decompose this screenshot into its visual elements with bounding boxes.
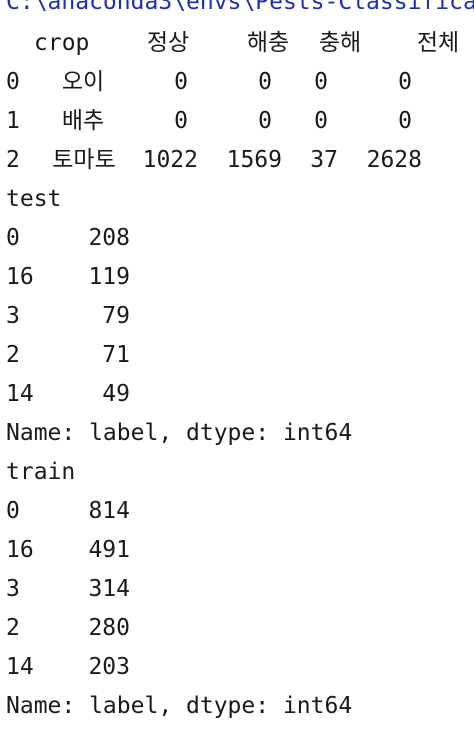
series-value: 208 (88, 225, 130, 251)
df-row-total: 0 (398, 108, 412, 134)
test-title: test (6, 186, 62, 212)
series-index: 2 (6, 615, 20, 641)
df-row-insect: 37 (310, 147, 338, 173)
series-index: 2 (6, 342, 20, 368)
df-row-index: 1 (6, 108, 20, 134)
df-row-insect: 0 (314, 69, 328, 95)
series-value: 119 (88, 264, 130, 290)
train-footer: Name: label, dtype: int64 (6, 693, 353, 719)
df-row-pest: 0 (258, 108, 272, 134)
df-row-crop: 배추 (61, 108, 105, 134)
series-index: 0 (6, 498, 20, 524)
df-row-total: 2628 (366, 147, 422, 173)
df-row-total: 0 (398, 69, 412, 95)
df-row-normal: 1022 (142, 147, 198, 173)
df-row-pest: 0 (258, 69, 272, 95)
series-value: 79 (102, 303, 130, 329)
series-index: 14 (6, 381, 34, 407)
series-index: 14 (6, 654, 34, 680)
df-row-insect: 0 (314, 108, 328, 134)
series-index: 16 (6, 537, 34, 563)
series-value: 280 (88, 615, 130, 641)
df-header-insect: 충해 (318, 30, 362, 56)
df-row-crop: 토마토 (52, 147, 116, 173)
df-row-index: 0 (6, 69, 20, 95)
df-row-normal: 0 (174, 108, 188, 134)
train-title: train (6, 459, 76, 485)
series-value: 814 (88, 498, 130, 524)
series-value: 49 (102, 381, 130, 407)
df-header-normal: 정상 (146, 30, 190, 56)
df-row-pest: 1569 (226, 147, 282, 173)
series-value: 314 (88, 576, 130, 602)
series-value: 71 (102, 342, 130, 368)
df-row-index: 2 (6, 147, 20, 173)
series-value: 491 (88, 537, 130, 563)
series-index: 3 (6, 303, 20, 329)
df-row-crop: 오이 (61, 69, 105, 95)
df-row-normal: 0 (174, 69, 188, 95)
df-header-crop: crop (34, 30, 90, 56)
console-output: C:\anaconda3\envs\Pests-Classification c… (0, 0, 474, 729)
series-index: 3 (6, 576, 20, 602)
df-header-total: 전체 (416, 30, 460, 56)
series-index: 16 (6, 264, 34, 290)
series-index: 0 (6, 225, 20, 251)
series-value: 203 (88, 654, 130, 680)
path-line: C:\anaconda3\envs\Pests-Classification (6, 0, 474, 15)
test-footer: Name: label, dtype: int64 (6, 420, 353, 446)
df-header-pest: 해충 (246, 30, 290, 56)
